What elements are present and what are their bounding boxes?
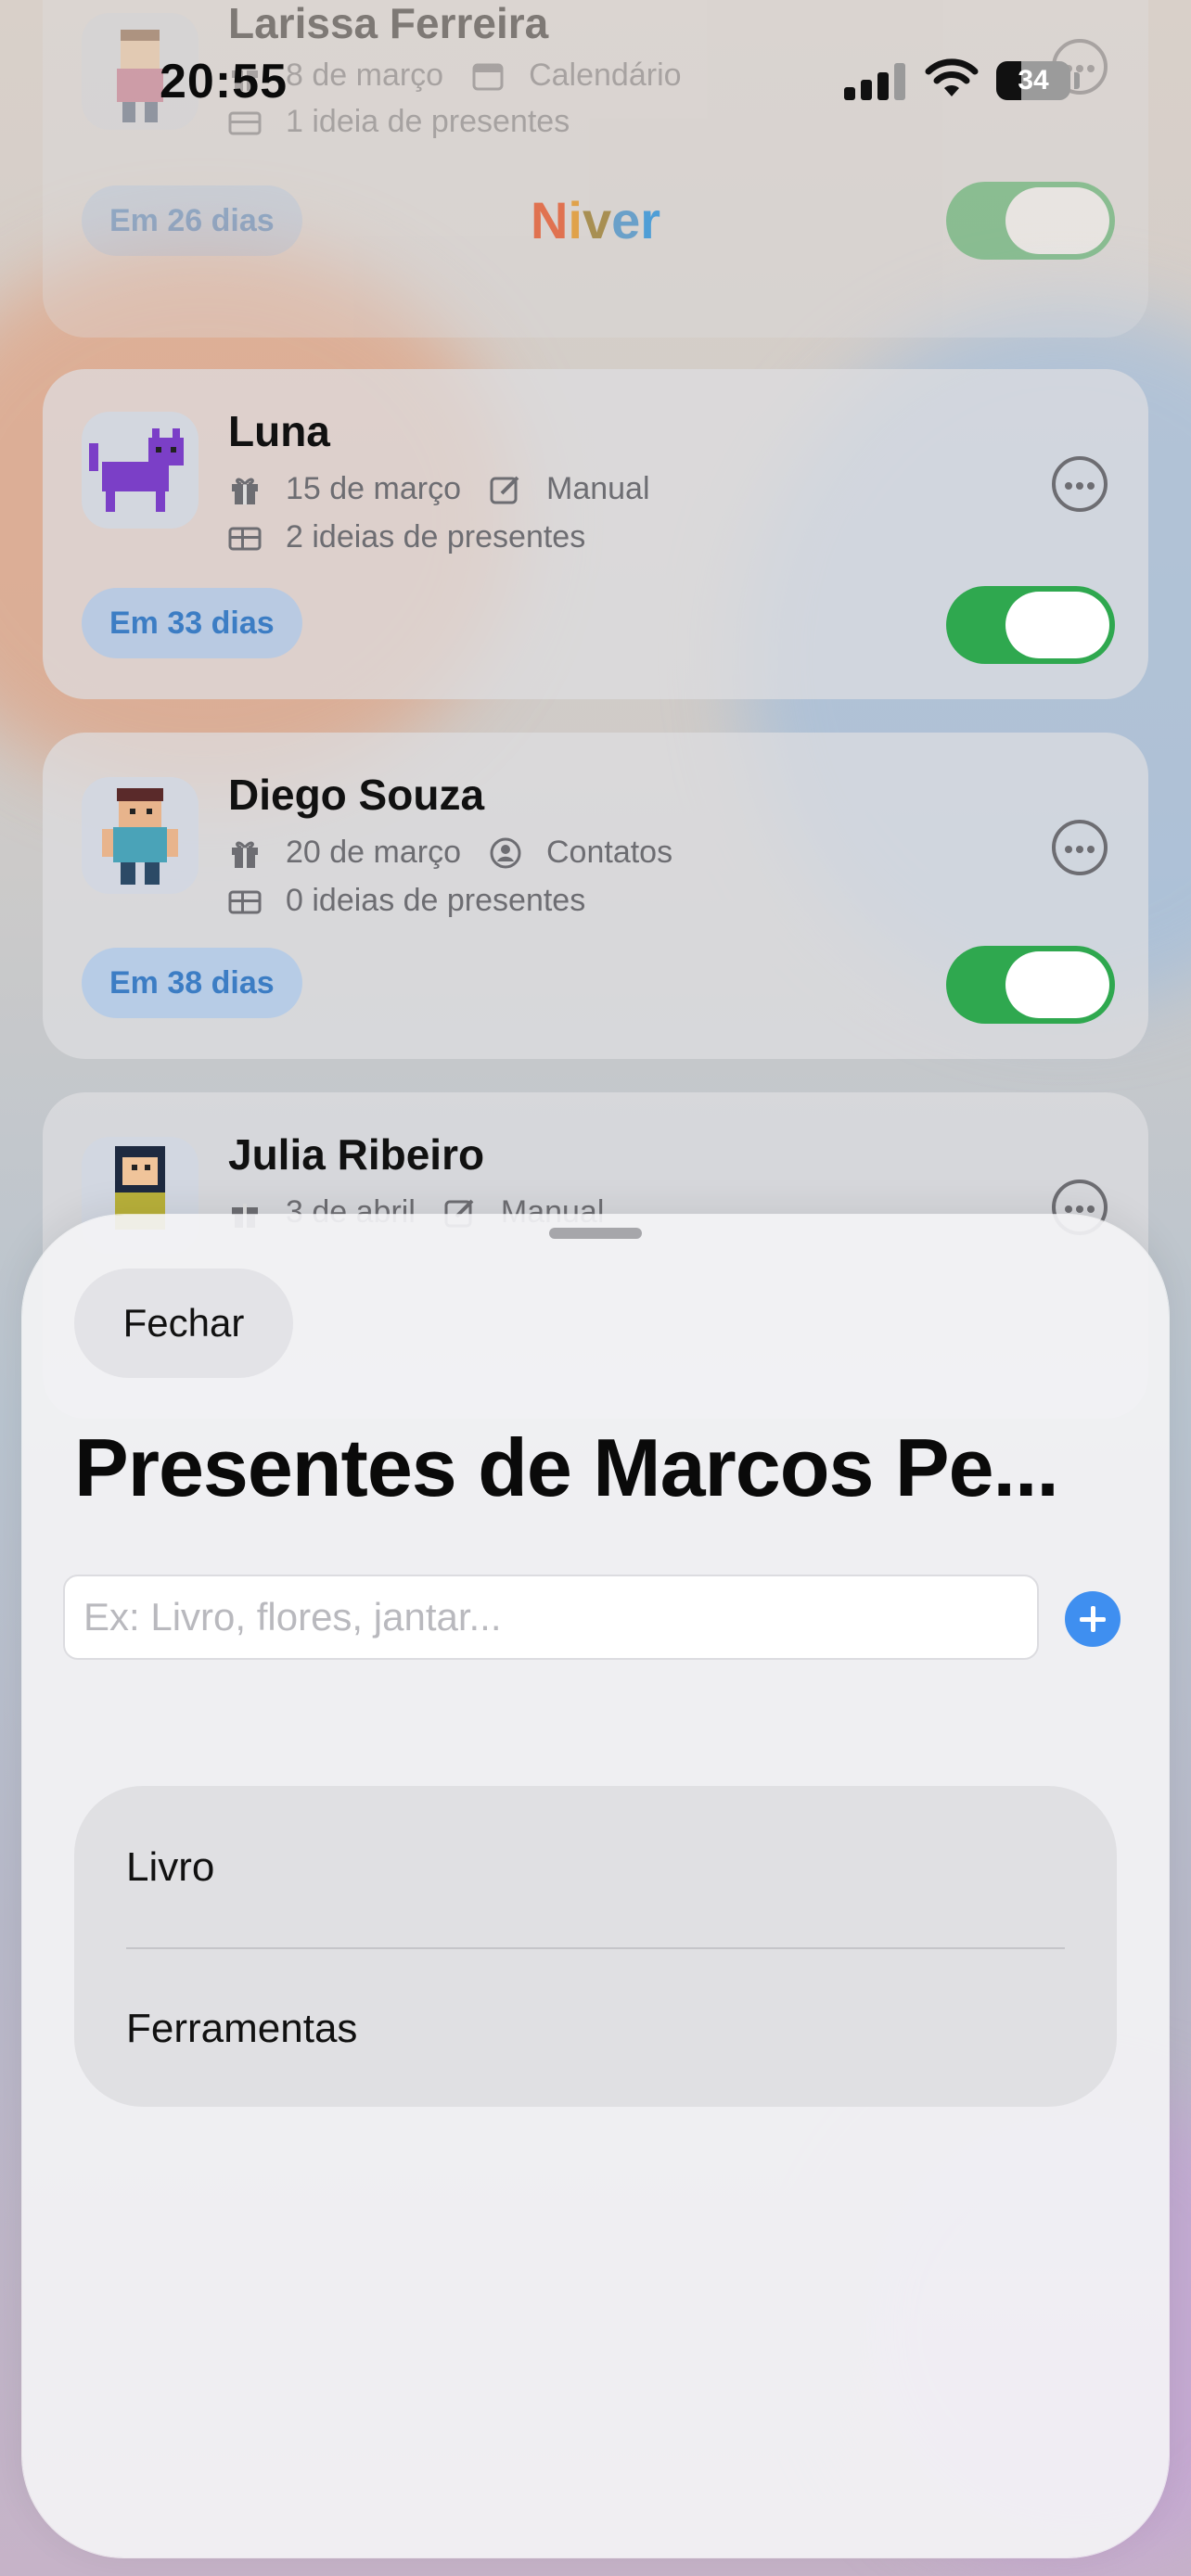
gift-card-icon — [228, 890, 262, 913]
app-screen: 20:55 34 Niver Larissa Ferreira 8 de mar… — [0, 0, 1191, 2576]
meta-row: 20 de março Contatos — [228, 835, 672, 871]
birthday-date: 15 de março — [286, 471, 461, 506]
gift-icon — [232, 841, 258, 868]
status-bar: 20:55 34 — [0, 0, 1191, 158]
birthday-card[interactable]: Luna 15 de março Manual 2 ideias de pres… — [43, 369, 1148, 699]
cellular-signal-icon — [844, 63, 905, 100]
gift-card-icon — [228, 527, 262, 550]
more-options-icon[interactable] — [1052, 456, 1108, 512]
meta-row: 15 de março Manual — [228, 471, 650, 507]
status-time: 20:55 — [160, 55, 288, 108]
sheet-title: Presentes de Marcos Pe... — [74, 1422, 1059, 1513]
app-title-letter: N — [530, 191, 569, 249]
app-title-letter: r — [640, 191, 661, 249]
battery-tip — [1074, 72, 1080, 89]
birthday-date: 20 de março — [286, 835, 461, 870]
person-avatar-icon — [82, 777, 198, 894]
close-button[interactable]: Fechar — [74, 1269, 293, 1378]
gift-list-item[interactable]: Livro — [126, 1788, 1065, 1949]
gift-ideas-count: 0 ideias de presentes — [286, 883, 586, 918]
gift-icon — [232, 478, 258, 504]
app-title-letter: v — [582, 191, 612, 249]
battery-level: 34 — [1018, 65, 1049, 96]
gift-ideas-count: 2 ideias de presentes — [286, 519, 586, 555]
cat-avatar-icon — [82, 412, 198, 529]
contact-icon — [490, 837, 521, 868]
reminder-toggle[interactable] — [946, 946, 1115, 1024]
gift-idea-input[interactable] — [63, 1575, 1039, 1660]
countdown-badge: Em 33 dias — [82, 588, 302, 658]
gift-ideas-sheet: Fechar Presentes de Marcos Pe... Livro F… — [22, 1215, 1169, 2557]
app-title-letter: i — [568, 191, 583, 249]
toggle-knob — [1005, 951, 1109, 1018]
add-gift-button[interactable] — [1065, 1591, 1121, 1647]
more-options-icon[interactable] — [1052, 820, 1108, 875]
person-name: Luna — [228, 407, 330, 455]
gift-list: Livro Ferramentas — [74, 1786, 1117, 2107]
app-title-letter: e — [611, 191, 641, 249]
person-name: Julia Ribeiro — [228, 1130, 485, 1179]
app-title: Niver — [0, 190, 1191, 250]
gift-list-item[interactable]: Ferramentas — [126, 1949, 1065, 2109]
toggle-knob — [1005, 592, 1109, 658]
person-name: Diego Souza — [228, 771, 485, 819]
meta-row: 0 ideias de presentes — [228, 883, 585, 919]
contact-source: Manual — [546, 471, 650, 506]
reminder-toggle[interactable] — [946, 586, 1115, 664]
sheet-grabber[interactable] — [549, 1228, 642, 1239]
meta-row: 2 ideias de presentes — [228, 519, 585, 555]
edit-icon — [490, 476, 519, 504]
contact-source: Contatos — [546, 835, 673, 870]
countdown-badge: Em 38 dias — [82, 948, 302, 1018]
wifi-icon — [925, 58, 979, 96]
battery-icon: 34 — [996, 61, 1070, 100]
birthday-card[interactable]: Diego Souza 20 de março Contatos 0 ideia… — [43, 733, 1148, 1059]
